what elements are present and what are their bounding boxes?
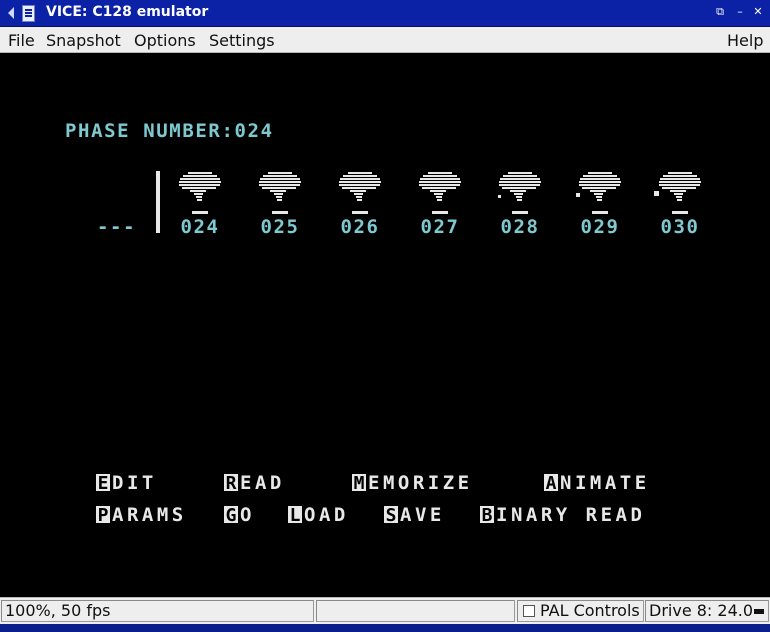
close-icon[interactable]: ✕	[752, 6, 764, 18]
frame-sprite	[259, 172, 301, 214]
frame-divider-line	[156, 171, 160, 233]
command-item[interactable]: S AVE	[384, 504, 445, 526]
frame-prefix-dashes: ---	[97, 216, 136, 238]
command-label: NIMATE	[560, 472, 650, 494]
command-label: ARAMS	[112, 504, 187, 526]
command-menu-row-2: P ARAMS G O L OAD S AVE B INARY READ	[96, 504, 645, 526]
window-title: VICE: C128 emulator	[46, 4, 209, 20]
drive-status-label: Drive 8: 24.0	[649, 601, 754, 620]
command-label: DIT	[112, 472, 157, 494]
command-hotkey: M	[354, 473, 365, 494]
command-label: OAD	[304, 504, 349, 526]
phase-number-label: PHASE NUMBER:024	[65, 120, 274, 142]
window-title-bar[interactable]: VICE: C128 emulator ⧉ – ✕	[0, 0, 770, 27]
restore-icon[interactable]: ⧉	[714, 6, 726, 18]
command-item[interactable]: L OAD	[288, 504, 349, 526]
drive-status: Drive 8: 24.0	[645, 600, 769, 622]
menu-options[interactable]: Options	[134, 31, 196, 50]
animation-frame: 028	[498, 172, 541, 238]
animation-frame: 025	[259, 172, 301, 238]
frame-sprite	[654, 172, 701, 214]
animation-frame: 024	[179, 172, 221, 238]
command-item[interactable]: R EAD	[224, 472, 285, 494]
command-hotkey: L	[290, 505, 301, 526]
command-hotkey: B	[482, 505, 493, 526]
command-label: EMORIZE	[368, 472, 473, 494]
command-menu-row-1: E DIT R EAD M EMORIZE A NIMATE	[96, 472, 650, 494]
window-bottom-border	[0, 624, 770, 632]
frame-sprite	[498, 172, 541, 214]
window-menu-arrow-icon[interactable]	[8, 7, 14, 19]
command-item[interactable]: GO	[224, 504, 255, 526]
command-item[interactable]: B INARY READ	[480, 504, 645, 526]
command-item[interactable]: M EMORIZE	[352, 472, 473, 494]
animation-frame: 027	[419, 172, 461, 238]
command-hotkey: A	[546, 473, 557, 494]
frame-number: 025	[260, 216, 299, 238]
frame-sprite	[419, 172, 461, 214]
frame-number: 029	[580, 216, 619, 238]
animation-frames: 024 025 026 027 028 029 030	[179, 172, 701, 238]
menu-help[interactable]: Help	[727, 31, 763, 50]
command-item[interactable]: P ARAMS	[96, 504, 187, 526]
menu-bar: File Snapshot Options Settings Help	[0, 27, 770, 53]
command-hotkey: S	[386, 505, 397, 526]
command-label: INARY READ	[496, 504, 645, 526]
c128-display: PHASE NUMBER:024 --- 024 025 026 027 028 029 0…	[65, 120, 701, 526]
frame-number: 026	[340, 216, 379, 238]
menu-file[interactable]: File	[8, 31, 35, 50]
menu-settings[interactable]: Settings	[209, 31, 275, 50]
command-label: O	[240, 504, 255, 526]
animation-frame: 030	[654, 172, 701, 238]
frame-number: 027	[420, 216, 459, 238]
speed-status: 100%, 50 fps	[1, 600, 314, 622]
frame-number: 030	[660, 216, 699, 238]
frame-sprite	[576, 172, 621, 214]
command-label: AVE	[400, 504, 445, 526]
command-hotkey: E	[98, 473, 109, 494]
frame-sprite	[179, 172, 221, 214]
pal-controls-label: PAL Controls	[540, 601, 640, 620]
command-hotkey: P	[98, 505, 109, 526]
menu-snapshot[interactable]: Snapshot	[46, 31, 121, 50]
command-item[interactable]: A NIMATE	[544, 472, 650, 494]
pal-controls-toggle[interactable]: PAL Controls	[517, 600, 644, 622]
frame-number: 024	[180, 216, 219, 238]
frame-number: 028	[500, 216, 539, 238]
app-icon	[22, 5, 35, 22]
status-bar: 100%, 50 fps PAL Controls Drive 8: 24.0	[0, 597, 770, 624]
command-item[interactable]: E DIT	[96, 472, 157, 494]
animation-frame: 029	[576, 172, 621, 238]
drive-led-icon	[754, 609, 764, 614]
minimize-icon[interactable]: –	[734, 6, 746, 18]
command-label: EAD	[240, 472, 285, 494]
pal-controls-checkbox[interactable]	[523, 605, 535, 617]
frame-sprite	[339, 172, 381, 214]
emulator-screen[interactable]: PHASE NUMBER:024 --- 024 025 026 027 028 029 0…	[0, 53, 770, 597]
command-hotkey: R	[226, 473, 237, 494]
command-hotkey: G	[226, 505, 237, 526]
animation-frame: 026	[339, 172, 381, 238]
status-spacer	[316, 600, 515, 622]
